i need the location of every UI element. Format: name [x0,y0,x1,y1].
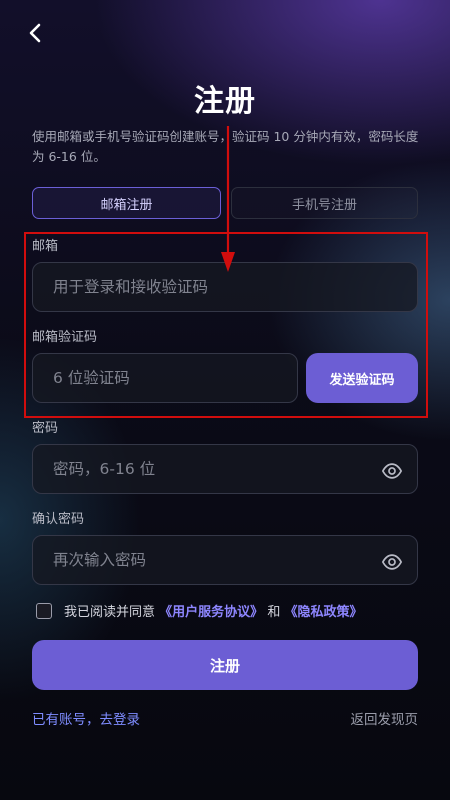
back-to-discover-link[interactable]: 返回发现页 [351,708,419,728]
register-submit-button[interactable]: 注册 [32,640,418,690]
eye-icon[interactable] [381,551,403,573]
tab-phone-register[interactable]: 手机号注册 [231,187,418,219]
chevron-left-icon [29,23,41,43]
tab-email-register[interactable]: 邮箱注册 [32,187,221,219]
privacy-link[interactable]: 《隐私政策》 [284,605,362,620]
code-field-box [32,353,298,403]
code-label: 邮箱验证码 [32,330,98,345]
agreement-text: 我已阅读并同意 《用户服务协议》 和 《隐私政策》 [64,601,362,620]
email-field[interactable] [51,277,417,297]
eye-icon[interactable] [381,460,403,482]
page-title: 注册 [194,84,256,119]
email-field-box [32,262,418,312]
confirm-password-field[interactable] [51,550,417,570]
agreement-prefix: 我已阅读并同意 [64,605,156,620]
login-link[interactable]: 已有账号，去登录 [32,708,140,728]
back-button[interactable] [22,20,48,46]
email-label: 邮箱 [32,239,59,254]
agreement-checkbox[interactable] [36,603,52,619]
password-label: 密码 [32,421,59,436]
agreement-and: 和 [267,605,281,620]
send-code-button[interactable]: 发送验证码 [306,353,418,403]
confirm-password-field-box [32,535,418,585]
code-field[interactable] [51,368,297,388]
terms-link[interactable]: 《用户服务协议》 [159,605,263,620]
password-field-box [32,444,418,494]
page-subtitle: 使用邮箱或手机号验证码创建账号，验证码 10 分钟内有效，密码长度为 6-16 … [32,129,419,164]
confirm-password-label: 确认密码 [32,512,85,527]
password-field[interactable] [51,459,417,479]
